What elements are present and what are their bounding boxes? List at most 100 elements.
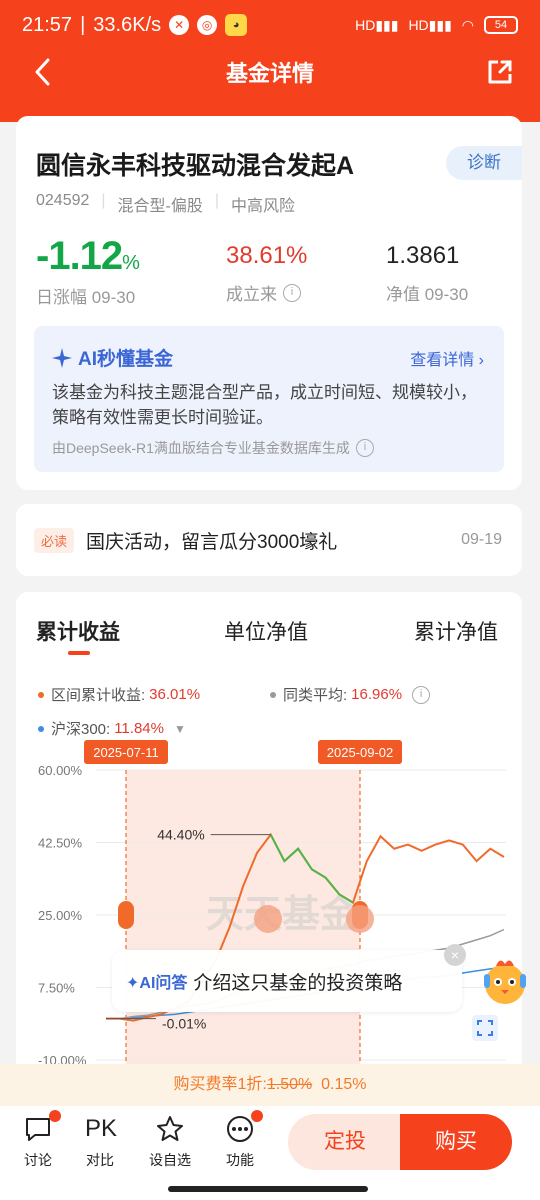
ai-summary-text: 该基金为科技主题混合型产品，成立时间短、规模较小，策略有效性需更长时间验证。 bbox=[52, 383, 477, 427]
signal2-icon: HD▮▮▮ bbox=[408, 16, 452, 33]
fund-type: 混合型-偏股 bbox=[117, 198, 203, 215]
ai-ask-tag: ✦AI问答 bbox=[126, 975, 188, 992]
chat-icon bbox=[26, 1118, 50, 1141]
expand-icon[interactable] bbox=[472, 1015, 498, 1041]
app-header: 21:57 | 33.6K/s ✕ ◎ ◕ HD▮▮▮ HD▮▮▮ ◠ 54 基… bbox=[0, 0, 540, 122]
app-notify-icon: ◎ bbox=[197, 15, 218, 35]
hand-pointer-icon bbox=[254, 905, 282, 933]
daily-change-unit: % bbox=[122, 252, 140, 274]
nav-value: 1.3861 bbox=[386, 242, 460, 269]
compare-button[interactable]: PK 对比 bbox=[70, 1114, 130, 1170]
notice-bar[interactable]: 必读 国庆活动，留言瓜分3000壕礼 09-19 bbox=[16, 504, 522, 576]
must-read-tag: 必读 bbox=[34, 527, 75, 553]
since-inception-label: 成立来 bbox=[226, 285, 277, 304]
pk-icon: PK bbox=[85, 1115, 118, 1142]
ai-title: AI秒懂基金 bbox=[50, 344, 173, 371]
diagnose-button[interactable]: 诊断 bbox=[446, 146, 522, 180]
status-bar: 21:57 | 33.6K/s ✕ ◎ ◕ HD▮▮▮ HD▮▮▮ ◠ 54 bbox=[0, 0, 540, 50]
legend-peer-label: 同类平均: bbox=[283, 687, 348, 704]
dropdown-caret-icon[interactable]: ▼ bbox=[174, 722, 186, 736]
status-time: 21:57 bbox=[22, 13, 73, 36]
peer-info-icon[interactable]: i bbox=[412, 685, 431, 704]
nav-metric: 1.3861 净值 09-30 bbox=[386, 242, 468, 305]
y-tick-label: 7.50% bbox=[38, 981, 75, 996]
chart-tabs: 累计收益 单位净值 累计净值 bbox=[16, 616, 522, 656]
ai-title-text: AI秒懂基金 bbox=[78, 349, 174, 370]
watchlist-button[interactable]: 设自选 bbox=[140, 1114, 200, 1170]
notify-dot bbox=[251, 1110, 263, 1122]
nav-bar: 基金详情 bbox=[0, 50, 540, 94]
notice-date: 09-19 bbox=[461, 531, 502, 548]
fund-code: 024592 bbox=[36, 192, 90, 209]
selection-date-label: 2025-07-11 bbox=[93, 745, 159, 760]
fixed-invest-button[interactable]: 定投 bbox=[288, 1114, 402, 1170]
daily-change-value: -1.12 bbox=[36, 234, 123, 278]
ai-footer-text: 由DeepSeek-R1满血版结合专业基金数据库生成 bbox=[52, 440, 350, 456]
legend-peer-value: 16.96% bbox=[351, 686, 403, 703]
notice-text: 国庆活动，留言瓜分3000壕礼 bbox=[86, 531, 338, 553]
back-arrow-icon[interactable] bbox=[26, 54, 62, 90]
since-inception-value: 38.61% bbox=[226, 242, 308, 269]
notify-dot bbox=[49, 1110, 61, 1122]
signal-icon: HD▮▮▮ bbox=[355, 16, 399, 33]
ai-view-details-link[interactable]: 查看详情 › bbox=[410, 346, 484, 370]
ai-summary-box[interactable]: AI秒懂基金 查看详情 › 该基金为科技主题混合型产品，成立时间短、规模较小，策… bbox=[34, 326, 504, 472]
ai-view-details-text: 查看详情 bbox=[410, 352, 475, 369]
y-tick-label: 42.50% bbox=[38, 836, 83, 851]
legend-range: 区间累计收益: 36.01% bbox=[38, 684, 200, 705]
selection-date-label: 2025-09-02 bbox=[327, 745, 394, 760]
watchlist-label: 设自选 bbox=[149, 1152, 191, 1168]
tab-unit-nav[interactable]: 单位净值 bbox=[224, 616, 308, 646]
start-label: -0.01% bbox=[162, 1016, 206, 1032]
info-icon[interactable]: i bbox=[283, 283, 301, 302]
fee-label: 购买费率1折: bbox=[173, 1076, 267, 1093]
fund-risk: 中高风险 bbox=[231, 198, 296, 215]
since-inception-metric[interactable]: 38.61% 成立来 i bbox=[226, 242, 307, 305]
compare-label: 对比 bbox=[86, 1152, 114, 1168]
share-icon[interactable] bbox=[482, 54, 518, 90]
close-icon[interactable]: × bbox=[444, 944, 466, 966]
discuss-button[interactable]: 讨论 bbox=[8, 1110, 68, 1170]
tab-cumulative-nav[interactable]: 累计净值 bbox=[414, 616, 498, 646]
nav-label: 净值 09-30 bbox=[386, 285, 469, 304]
legend-range-label: 区间累计收益: bbox=[51, 687, 146, 704]
more-icon bbox=[227, 1116, 253, 1142]
home-indicator bbox=[168, 1186, 368, 1192]
buy-button[interactable]: 购买 bbox=[400, 1114, 512, 1170]
ai-ask-text: 介绍这只基金的投资策略 bbox=[193, 972, 403, 994]
sparkle-icon bbox=[52, 347, 72, 368]
ai-ask-bubble[interactable]: ✦AI问答 介绍这只基金的投资策略 × bbox=[112, 944, 466, 1012]
star-plus-icon bbox=[157, 1116, 183, 1141]
return-chart[interactable]: 60.00%42.50%25.00%7.50%-10.00%天天基金2025-0… bbox=[16, 740, 522, 1112]
mute-icon: ✕ bbox=[169, 15, 190, 35]
function-label: 功能 bbox=[226, 1152, 254, 1168]
legend-hs300[interactable]: 沪深300: 11.84% ▼ bbox=[38, 718, 186, 739]
drag-handle[interactable] bbox=[118, 901, 134, 929]
ai-footer: 由DeepSeek-R1满血版结合专业基金数据库生成 i bbox=[52, 438, 374, 458]
bottom-action-bar: 讨论 PK 对比 设自选 功能 定投 购买 bbox=[0, 1106, 540, 1200]
y-tick-label: 25.00% bbox=[38, 908, 83, 923]
fee-discount: 0.15% bbox=[321, 1076, 367, 1093]
tab-underline bbox=[68, 651, 90, 655]
daily-change-metric: -1.12% 日涨幅 09-30 bbox=[36, 234, 140, 308]
ai-info-icon[interactable]: i bbox=[355, 439, 374, 457]
legend-peer: 同类平均: 16.96% i bbox=[270, 684, 431, 705]
app-badge-icon: ◕ bbox=[225, 14, 248, 36]
daily-change-label: 日涨幅 09-30 bbox=[36, 288, 136, 307]
ai-ask-tag-text: AI问答 bbox=[139, 975, 188, 992]
battery-icon: 54 bbox=[484, 16, 518, 34]
fund-meta: 024592 | 混合型-偏股 | 中高风险 bbox=[36, 192, 296, 215]
wifi-icon: ◠ bbox=[461, 16, 474, 33]
chart-card: 累计收益 单位净值 累计净值 区间累计收益: 36.01% 同类平均: 16.96%… bbox=[16, 592, 522, 1112]
fund-name: 圆信永丰科技驱动混合发起A bbox=[36, 152, 355, 180]
function-button[interactable]: 功能 bbox=[210, 1110, 270, 1170]
y-tick-label: 60.00% bbox=[38, 763, 83, 778]
mascot-icon[interactable] bbox=[476, 952, 534, 1010]
fee-original: 1.50% bbox=[266, 1076, 313, 1093]
tab-cumulative-return[interactable]: 累计收益 bbox=[36, 616, 120, 646]
discuss-label: 讨论 bbox=[24, 1152, 52, 1168]
peak-label: 44.40% bbox=[157, 827, 204, 843]
legend-hs300-label: 沪深300: bbox=[51, 721, 111, 738]
fee-bar: 购买费率1折:1.50% 0.15% bbox=[0, 1064, 540, 1106]
page-title: 基金详情 bbox=[225, 61, 314, 86]
